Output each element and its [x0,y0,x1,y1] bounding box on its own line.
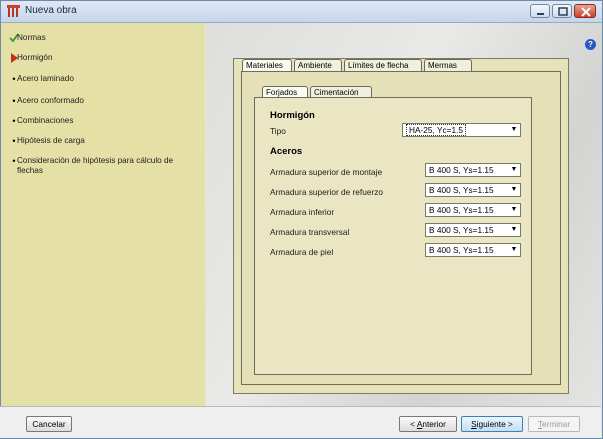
back-prefix: < [410,419,417,429]
app-icon [7,5,20,17]
acero-piel-select[interactable]: B 400 S, Ys=1.15 ▼ [425,243,521,257]
finish-label: erminar [542,419,571,429]
tab-limites-de-flecha[interactable]: Límites de flecha [344,59,422,71]
acero-value: B 400 S, Ys=1.15 [429,225,494,235]
finish-button[interactable]: Terminar [528,416,580,432]
tab-materiales[interactable]: Materiales [242,59,292,71]
sidebar-item-label: Combinaciones [17,116,74,125]
wizard-steps-sidebar: Normas Hormigón • Acero laminado • Acero… [1,23,205,407]
sidebar-item-label: Hormigón [17,53,53,62]
back-button[interactable]: < Anterior [399,416,457,432]
sidebar-item-label: Acero laminado [17,74,74,83]
maximize-button[interactable] [552,4,572,18]
chevron-down-icon: ▼ [510,246,518,253]
back-label: nterior [422,419,446,429]
tipo-label: Tipo [270,126,286,136]
section-title-aceros: Aceros [270,146,303,157]
cancel-button[interactable]: Cancelar [26,416,72,432]
close-button[interactable] [574,4,596,18]
tipo-hormigon-value: HA-25, Yc=1.5 [406,124,467,136]
tipo-hormigon-select[interactable]: HA-25, Yc=1.5 ▼ [402,123,521,137]
acero-row-label: Armadura superior de refuerzo [270,187,383,197]
help-icon[interactable]: ? [585,39,596,50]
section-title-hormigon: Hormigón [270,110,315,121]
sidebar-item-label: Normas [17,33,46,42]
chevron-down-icon: ▼ [510,226,518,233]
acero-value: B 400 S, Ys=1.15 [429,165,494,175]
acero-inferior-select[interactable]: B 400 S, Ys=1.15 ▼ [425,203,521,217]
title-bar: Nueva obra [1,1,602,23]
minimize-button[interactable] [530,4,550,18]
acero-row-label: Armadura superior de montaje [270,167,383,177]
acero-superior-refuerzo-select[interactable]: B 400 S, Ys=1.15 ▼ [425,183,521,197]
acero-value: B 400 S, Ys=1.15 [429,185,494,195]
acero-transversal-select[interactable]: B 400 S, Ys=1.15 ▼ [425,223,521,237]
chevron-down-icon: ▼ [510,166,518,173]
next-label: iguiente > [476,419,513,429]
close-icon [581,7,591,17]
wizard-footer: Cancelar < Anterior Siguiente > Terminar [0,406,601,438]
next-button[interactable]: Siguiente > [461,416,523,432]
chevron-down-icon: ▼ [510,126,518,133]
sidebar-item-label: Hipótesis de carga [17,136,85,145]
acero-value: B 400 S, Ys=1.15 [429,205,494,215]
tab-ambiente[interactable]: Ambiente [294,59,342,71]
acero-row-label: Armadura transversal [270,227,350,237]
acero-row-label: Armadura inferior [270,207,335,217]
maximize-icon [558,7,568,16]
acero-row-label: Armadura de piel [270,247,334,257]
sidebar-item-label: Acero conformado [17,96,84,105]
chevron-down-icon: ▼ [510,206,518,213]
minimize-icon [537,13,544,15]
acero-value: B 400 S, Ys=1.15 [429,245,494,255]
acero-superior-montaje-select[interactable]: B 400 S, Ys=1.15 ▼ [425,163,521,177]
chevron-down-icon: ▼ [510,186,518,193]
window-title: Nueva obra [25,5,77,16]
sidebar-item-label: Consideración de hipótesis para cálculo … [17,156,174,175]
tab-mermas[interactable]: Mermas [424,59,472,71]
